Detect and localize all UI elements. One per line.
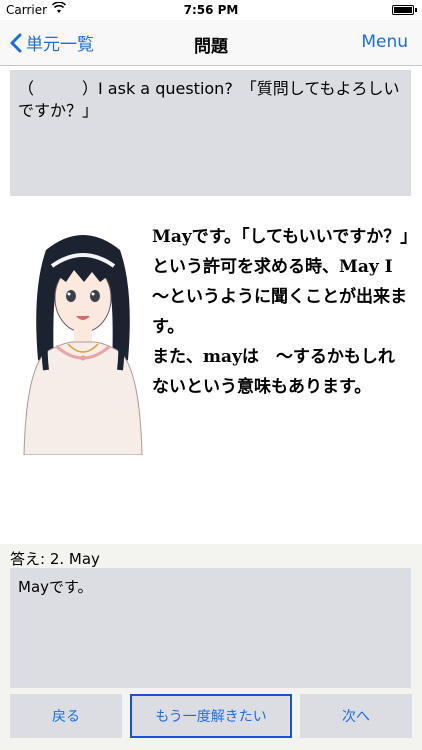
question-box: （ ）I ask a question? 「質問してもよろしいですか？」 [10, 70, 411, 196]
answer-label: 答え: 2. May [10, 550, 100, 568]
menu-button[interactable]: Menu [361, 32, 408, 52]
answer-text: Mayです。 [18, 578, 93, 596]
status-bar: Carrier 7:56 PM [0, 0, 422, 20]
retry-button[interactable]: もう一度解きたい [130, 694, 292, 738]
navigation-bar: 単元一覧 問題 Menu [0, 20, 422, 66]
teacher-character-image [16, 220, 150, 456]
explanation-panel: Mayです。「してもいいですか？」という許可を求める時、May I ～というよう… [10, 210, 412, 460]
battery-icon [392, 5, 417, 15]
status-time: 7:56 PM [183, 3, 239, 17]
question-text: （ ）I ask a question? 「質問してもよろしいですか？」 [18, 79, 400, 120]
back-button[interactable]: 戻る [10, 694, 122, 738]
answer-section: 答え: 2. May Mayです。 戻る もう一度解きたい 次へ [0, 544, 422, 750]
explanation-text: Mayです。「してもいいですか？」という許可を求める時、May I ～というよう… [152, 227, 409, 397]
next-button[interactable]: 次へ [300, 694, 412, 738]
answer-box: Mayです。 [10, 568, 411, 688]
page-title: 問題 [194, 37, 228, 57]
